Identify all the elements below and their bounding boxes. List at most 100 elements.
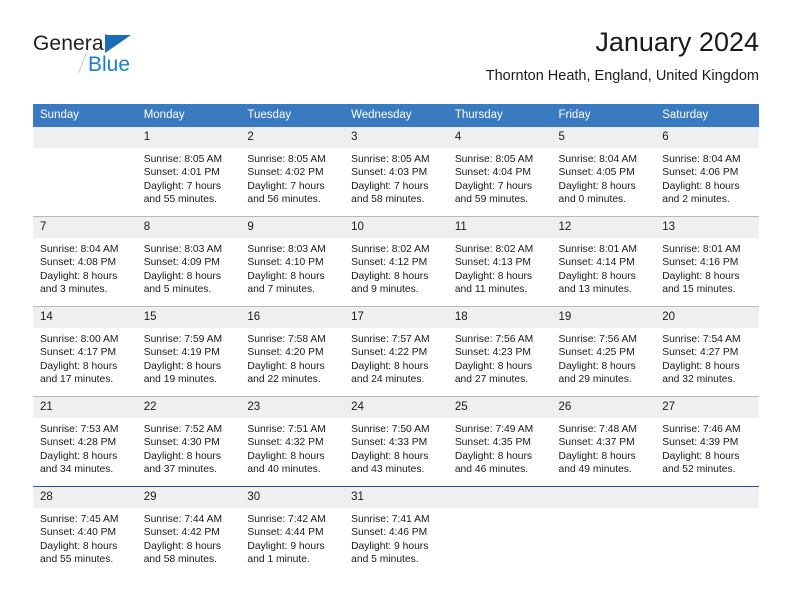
day-cell[interactable]: 9 Sunrise: 8:03 AM Sunset: 4:10 PM Dayli… (240, 216, 345, 307)
sunrise-text: Sunrise: 7:52 AM (143, 424, 223, 435)
triangle-icon (105, 35, 131, 53)
day-details: Sunrise: 8:01 AM Sunset: 4:16 PM Dayligh… (655, 238, 759, 296)
day-cell[interactable]: 1 Sunrise: 8:05 AM Sunset: 4:01 PM Dayli… (136, 127, 241, 217)
daylight-text-line1: Daylight: 8 hours (351, 450, 429, 462)
day-number (447, 487, 552, 508)
week-row: 7 Sunrise: 8:04 AM Sunset: 4:08 PM Dayli… (33, 216, 759, 307)
day-cell[interactable] (655, 486, 759, 576)
day-cell[interactable]: 27 Sunrise: 7:46 AM Sunset: 4:39 PM Dayl… (655, 396, 759, 487)
day-cell[interactable]: 30 Sunrise: 7:42 AM Sunset: 4:44 PM Dayl… (240, 486, 345, 576)
day-cell[interactable]: 8 Sunrise: 8:03 AM Sunset: 4:09 PM Dayli… (136, 216, 241, 307)
sunrise-text: Sunrise: 7:49 AM (454, 424, 534, 435)
day-number: 9 (240, 217, 345, 238)
day-details: Sunrise: 8:00 AM Sunset: 4:17 PM Dayligh… (33, 328, 137, 386)
day-cell[interactable]: 28 Sunrise: 7:45 AM Sunset: 4:40 PM Dayl… (33, 486, 137, 576)
daylight-text-line1: Daylight: 8 hours (143, 360, 221, 372)
day-number: 22 (136, 397, 241, 418)
day-cell[interactable] (447, 486, 552, 576)
sunrise-text: Sunrise: 8:03 AM (247, 244, 326, 255)
day-cell[interactable]: 25 Sunrise: 7:49 AM Sunset: 4:35 PM Dayl… (447, 396, 552, 487)
daylight-text-line2: and 7 minutes. (247, 283, 315, 295)
day-number: 2 (240, 127, 345, 148)
day-cell[interactable]: 2 Sunrise: 8:05 AM Sunset: 4:02 PM Dayli… (240, 127, 345, 217)
daylight-text-line2: and 34 minutes. (40, 463, 114, 475)
day-number: 23 (240, 397, 345, 418)
daylight-text-line1: Daylight: 7 hours (351, 180, 429, 192)
sunset-text: Sunset: 4:09 PM (143, 257, 220, 269)
weekday-header-monday: Monday (136, 104, 241, 127)
daylight-text-line1: Daylight: 9 hours (247, 540, 325, 552)
sunset-text: Sunset: 4:22 PM (351, 347, 428, 359)
sunrise-text: Sunrise: 8:04 AM (40, 244, 119, 255)
day-cell[interactable]: 17 Sunrise: 7:57 AM Sunset: 4:22 PM Dayl… (344, 306, 448, 397)
day-details: Sunrise: 8:04 AM Sunset: 4:05 PM Dayligh… (552, 148, 656, 206)
daylight-text-line1: Daylight: 8 hours (40, 360, 118, 372)
day-cell[interactable]: 4 Sunrise: 8:05 AM Sunset: 4:04 PM Dayli… (447, 127, 552, 217)
day-cell[interactable]: 19 Sunrise: 7:56 AM Sunset: 4:25 PM Dayl… (551, 306, 656, 397)
general-blue-logo[interactable]: General Blue (33, 32, 233, 88)
sunrise-text: Sunrise: 7:50 AM (351, 424, 430, 435)
sunrise-text: Sunrise: 7:42 AM (247, 514, 326, 525)
day-cell[interactable]: 7 Sunrise: 8:04 AM Sunset: 4:08 PM Dayli… (33, 216, 137, 307)
sunrise-text: Sunrise: 8:01 AM (662, 244, 741, 255)
day-cell[interactable]: 23 Sunrise: 7:51 AM Sunset: 4:32 PM Dayl… (240, 396, 345, 487)
sunset-text: Sunset: 4:44 PM (247, 527, 324, 539)
day-details: Sunrise: 7:58 AM Sunset: 4:20 PM Dayligh… (240, 328, 344, 386)
day-cell[interactable]: 20 Sunrise: 7:54 AM Sunset: 4:27 PM Dayl… (655, 306, 759, 397)
day-cell[interactable]: 10 Sunrise: 8:02 AM Sunset: 4:12 PM Dayl… (344, 216, 448, 307)
day-number: 30 (240, 487, 345, 508)
sunrise-text: Sunrise: 7:56 AM (558, 334, 637, 345)
sunset-text: Sunset: 4:03 PM (351, 167, 428, 179)
day-cell[interactable]: 24 Sunrise: 7:50 AM Sunset: 4:33 PM Dayl… (344, 396, 448, 487)
day-cell[interactable]: 26 Sunrise: 7:48 AM Sunset: 4:37 PM Dayl… (551, 396, 656, 487)
day-cell[interactable]: 21 Sunrise: 7:53 AM Sunset: 4:28 PM Dayl… (33, 396, 137, 487)
day-details: Sunrise: 8:05 AM Sunset: 4:02 PM Dayligh… (240, 148, 344, 206)
day-cell[interactable]: 12 Sunrise: 8:01 AM Sunset: 4:14 PM Dayl… (551, 216, 656, 307)
sunrise-text: Sunrise: 8:01 AM (558, 244, 637, 255)
weekday-header-sunday: Sunday (33, 104, 137, 127)
day-cell[interactable]: 5 Sunrise: 8:04 AM Sunset: 4:05 PM Dayli… (551, 127, 656, 217)
day-details: Sunrise: 7:44 AM Sunset: 4:42 PM Dayligh… (137, 508, 241, 566)
daylight-text-line2: and 1 minute. (247, 553, 310, 565)
day-number: 31 (344, 487, 448, 508)
day-number: 15 (136, 307, 241, 328)
day-details: Sunrise: 7:41 AM Sunset: 4:46 PM Dayligh… (344, 508, 448, 566)
day-cell[interactable]: 3 Sunrise: 8:05 AM Sunset: 4:03 PM Dayli… (344, 127, 448, 217)
day-number: 13 (655, 217, 759, 238)
day-cell[interactable]: 13 Sunrise: 8:01 AM Sunset: 4:16 PM Dayl… (655, 216, 759, 307)
day-details: Sunrise: 8:03 AM Sunset: 4:10 PM Dayligh… (240, 238, 344, 296)
sunset-text: Sunset: 4:06 PM (662, 167, 739, 179)
sunset-text: Sunset: 4:32 PM (247, 437, 324, 449)
sunset-text: Sunset: 4:30 PM (143, 437, 220, 449)
day-cell[interactable] (551, 486, 656, 576)
day-cell[interactable]: 16 Sunrise: 7:58 AM Sunset: 4:20 PM Dayl… (240, 306, 345, 397)
daylight-text-line2: and 11 minutes. (454, 283, 528, 295)
day-cell[interactable]: 22 Sunrise: 7:52 AM Sunset: 4:30 PM Dayl… (136, 396, 241, 487)
daylight-text-line1: Daylight: 8 hours (558, 270, 636, 282)
day-cell[interactable]: 29 Sunrise: 7:44 AM Sunset: 4:42 PM Dayl… (136, 486, 241, 576)
day-details: Sunrise: 8:05 AM Sunset: 4:04 PM Dayligh… (448, 148, 552, 206)
weekday-header-tuesday: Tuesday (240, 104, 345, 127)
week-row: 21 Sunrise: 7:53 AM Sunset: 4:28 PM Dayl… (33, 396, 759, 487)
day-details: Sunrise: 7:50 AM Sunset: 4:33 PM Dayligh… (344, 418, 448, 476)
daylight-text-line2: and 22 minutes. (247, 373, 321, 385)
day-cell[interactable] (33, 127, 137, 217)
daylight-text-line1: Daylight: 8 hours (247, 450, 325, 462)
sunrise-text: Sunrise: 8:04 AM (662, 154, 741, 165)
day-cell[interactable]: 18 Sunrise: 7:56 AM Sunset: 4:23 PM Dayl… (447, 306, 552, 397)
day-cell[interactable]: 31 Sunrise: 7:41 AM Sunset: 4:46 PM Dayl… (344, 486, 448, 576)
day-number: 24 (344, 397, 448, 418)
day-cell[interactable]: 15 Sunrise: 7:59 AM Sunset: 4:19 PM Dayl… (136, 306, 241, 397)
day-details: Sunrise: 7:53 AM Sunset: 4:28 PM Dayligh… (33, 418, 137, 476)
sunrise-text: Sunrise: 8:04 AM (558, 154, 637, 165)
day-cell[interactable]: 14 Sunrise: 8:00 AM Sunset: 4:17 PM Dayl… (33, 306, 137, 397)
daylight-text-line2: and 37 minutes. (143, 463, 217, 475)
daylight-text-line2: and 56 minutes. (247, 193, 321, 205)
daylight-text-line1: Daylight: 8 hours (558, 450, 636, 462)
day-cell[interactable]: 6 Sunrise: 8:04 AM Sunset: 4:06 PM Dayli… (655, 127, 759, 217)
day-details: Sunrise: 7:57 AM Sunset: 4:22 PM Dayligh… (344, 328, 448, 386)
day-number (655, 487, 759, 508)
day-cell[interactable]: 11 Sunrise: 8:02 AM Sunset: 4:13 PM Dayl… (447, 216, 552, 307)
daylight-text-line1: Daylight: 8 hours (454, 270, 533, 282)
day-details: Sunrise: 8:04 AM Sunset: 4:06 PM Dayligh… (655, 148, 759, 206)
